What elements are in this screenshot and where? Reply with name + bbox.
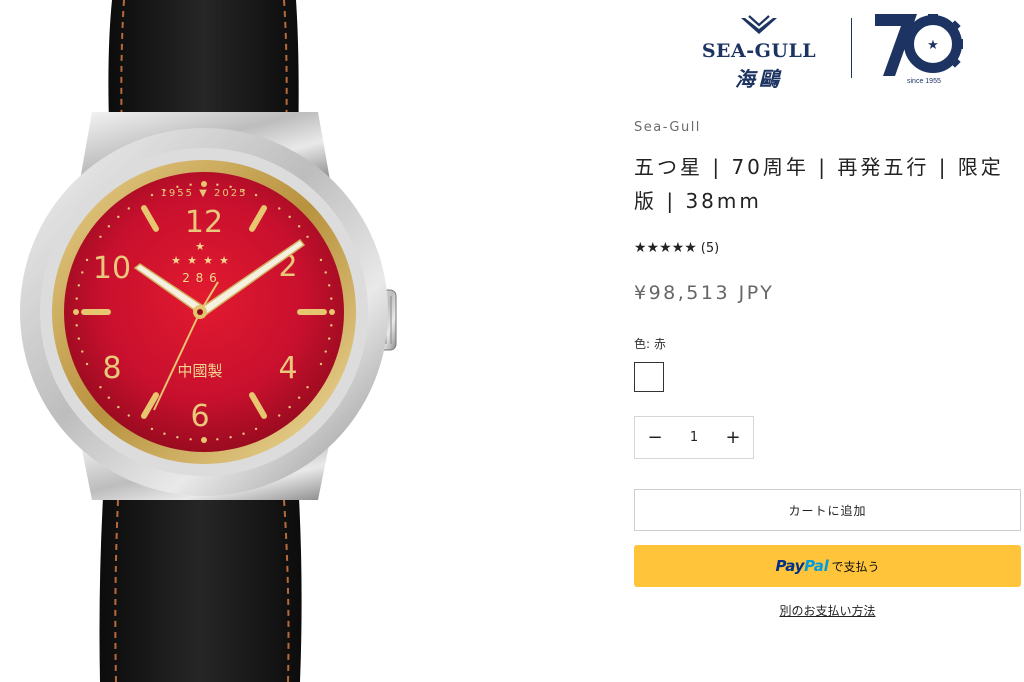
anniversary-70-emblem: ★: [875, 14, 963, 76]
rating-stars-icon: ★★★★★: [634, 240, 697, 256]
minute-dot: [324, 271, 327, 274]
logo-divider: [851, 18, 852, 78]
hour-triangle-marker: [201, 437, 207, 443]
minute-dot: [288, 405, 291, 409]
minute-dot: [319, 258, 323, 262]
anniversary-70-logo: ★ since 1955: [871, 8, 971, 88]
minute-dot: [77, 337, 80, 340]
minute-dot: [117, 405, 120, 409]
minute-dot: [319, 362, 323, 366]
minute-dot: [107, 225, 111, 228]
rating-count: (5): [700, 240, 720, 256]
brand-logo[interactable]: SEA-GULL 海鷗 ★ since 1955: [686, 8, 976, 91]
minute-dot: [306, 386, 309, 389]
hour-triangle-marker: [73, 309, 79, 315]
anniversary-since-text: since 1955: [907, 78, 941, 85]
dial-numeral-6: 6: [190, 399, 209, 434]
minute-dot: [176, 436, 179, 439]
minute-dot: [229, 436, 232, 439]
minute-dot: [99, 386, 102, 389]
dial-years-text: 1955 ▼ 2025: [161, 188, 248, 199]
minute-dot: [127, 414, 130, 417]
paypal-button-label: で支払う: [831, 559, 880, 574]
minute-dot: [127, 207, 130, 210]
dial-origin-text: 中國製: [177, 362, 222, 380]
seagull-wordmark-cjk: 海鷗: [735, 67, 783, 91]
quantity-stepper: − 1 +: [634, 416, 754, 459]
minute-dot: [254, 427, 258, 431]
product-title: 五つ星 | 70周年 | 再発五行 | 限定版 | 38mm: [634, 155, 1004, 213]
minute-dot: [330, 324, 333, 327]
add-to-cart-button[interactable]: カートに追加: [634, 489, 1021, 531]
minute-dot: [85, 258, 89, 262]
minute-dot: [77, 284, 80, 287]
svg-text:★: ★: [203, 254, 213, 267]
color-option-label: 色: 赤: [634, 337, 666, 351]
minute-dot: [324, 350, 327, 353]
quantity-increment-button[interactable]: +: [713, 417, 753, 458]
more-payment-options-link[interactable]: 別のお支払い方法: [634, 602, 1021, 619]
minute-dot: [150, 193, 154, 197]
minute-dot: [163, 432, 166, 435]
dial-calibre-text: 2 8 6: [182, 271, 218, 285]
minute-dot: [81, 271, 84, 274]
product-image: 1955 ▼ 2025 12 2 4 6 8 10 ★ ★ ★ ★ ★ 2 8 6 …: [0, 0, 420, 682]
dial-numeral-12: 12: [185, 205, 223, 240]
seagull-wordmark: SEA-GULL: [701, 40, 817, 62]
minute-dot: [278, 207, 281, 210]
hour-triangle-marker: [201, 181, 207, 187]
product-rating[interactable]: ★★★★★ (5): [634, 239, 719, 257]
minute-dot: [150, 427, 154, 431]
svg-text:★: ★: [195, 240, 205, 253]
minute-dot: [278, 414, 281, 417]
svg-text:★: ★: [187, 254, 197, 267]
minute-dot: [306, 235, 309, 238]
minute-dot: [254, 193, 258, 197]
product-vendor: Sea-Gull: [634, 120, 701, 135]
minute-dot: [189, 438, 192, 441]
minute-dot: [189, 183, 192, 186]
seagull-logo: SEA-GULL 海鷗: [686, 8, 836, 91]
minute-dot: [216, 183, 219, 186]
dial-numeral-8: 8: [102, 351, 121, 386]
minute-dot: [75, 297, 78, 300]
quantity-input[interactable]: 1: [675, 430, 713, 445]
svg-text:★: ★: [219, 254, 229, 267]
minute-dot: [75, 324, 78, 327]
dial-numeral-10: 10: [93, 251, 131, 286]
seagull-bird-icon: [741, 15, 777, 34]
hour-triangle-marker: [329, 309, 335, 315]
strap-bottom: [99, 480, 302, 682]
minute-dot: [288, 215, 291, 219]
minute-dot: [297, 225, 301, 228]
minute-dot: [99, 235, 102, 238]
dial-numeral-4: 4: [278, 351, 297, 386]
minute-dot: [328, 284, 331, 287]
minute-dot: [297, 396, 301, 399]
paypal-logo: PayPal: [776, 557, 829, 575]
color-swatch-red[interactable]: [634, 362, 664, 392]
minute-dot: [328, 337, 331, 340]
minute-dot: [117, 215, 120, 219]
minute-dot: [216, 438, 219, 441]
minute-dot: [330, 297, 333, 300]
minute-dot: [107, 396, 111, 399]
paypal-button[interactable]: PayPal で支払う: [634, 545, 1021, 587]
paypal-logo-pal: Pal: [804, 557, 829, 575]
minute-dot: [81, 350, 84, 353]
product-price: ¥98,513 JPY: [634, 282, 775, 304]
minute-dot: [242, 432, 245, 435]
svg-text:★: ★: [927, 38, 939, 53]
minute-dot: [85, 362, 89, 366]
quantity-decrement-button[interactable]: −: [635, 417, 675, 458]
paypal-logo-pay: Pay: [775, 557, 805, 575]
svg-text:★: ★: [171, 254, 181, 267]
